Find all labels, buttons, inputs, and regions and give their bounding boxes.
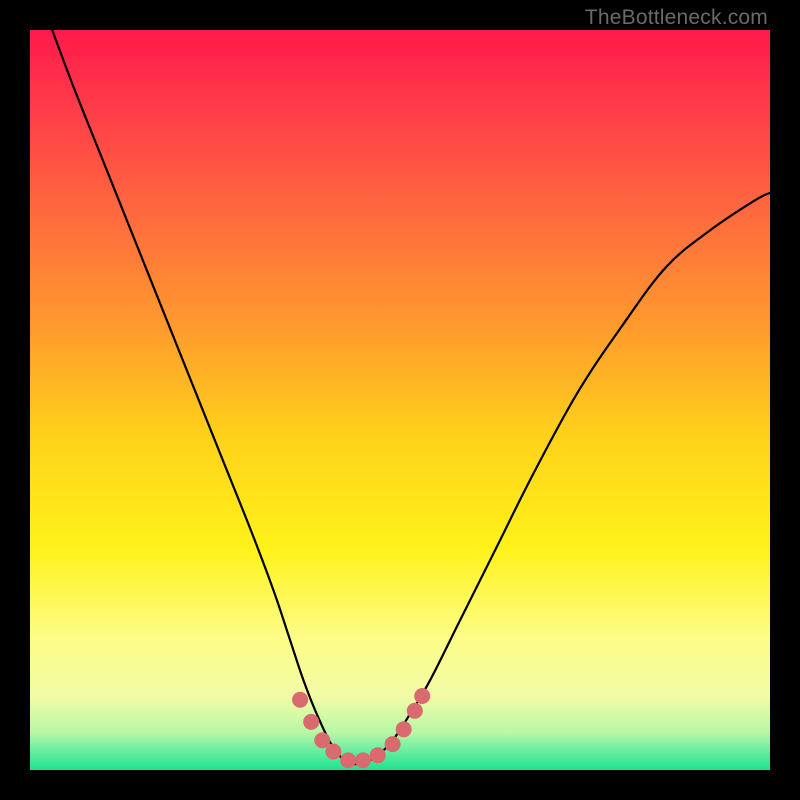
marker-point — [396, 721, 412, 737]
plot-area — [30, 30, 770, 770]
marker-point — [325, 744, 341, 760]
highlighted-points — [292, 688, 430, 768]
marker-point — [340, 752, 356, 768]
curve-layer — [30, 30, 770, 770]
marker-point — [303, 714, 319, 730]
marker-point — [414, 688, 430, 704]
marker-point — [407, 703, 423, 719]
watermark-text: TheBottleneck.com — [585, 6, 768, 30]
chart-frame: TheBottleneck.com — [0, 0, 800, 800]
marker-point — [370, 747, 386, 763]
marker-point — [385, 736, 401, 752]
marker-point — [355, 752, 371, 768]
bottleneck-curve — [52, 30, 770, 764]
marker-point — [292, 692, 308, 708]
